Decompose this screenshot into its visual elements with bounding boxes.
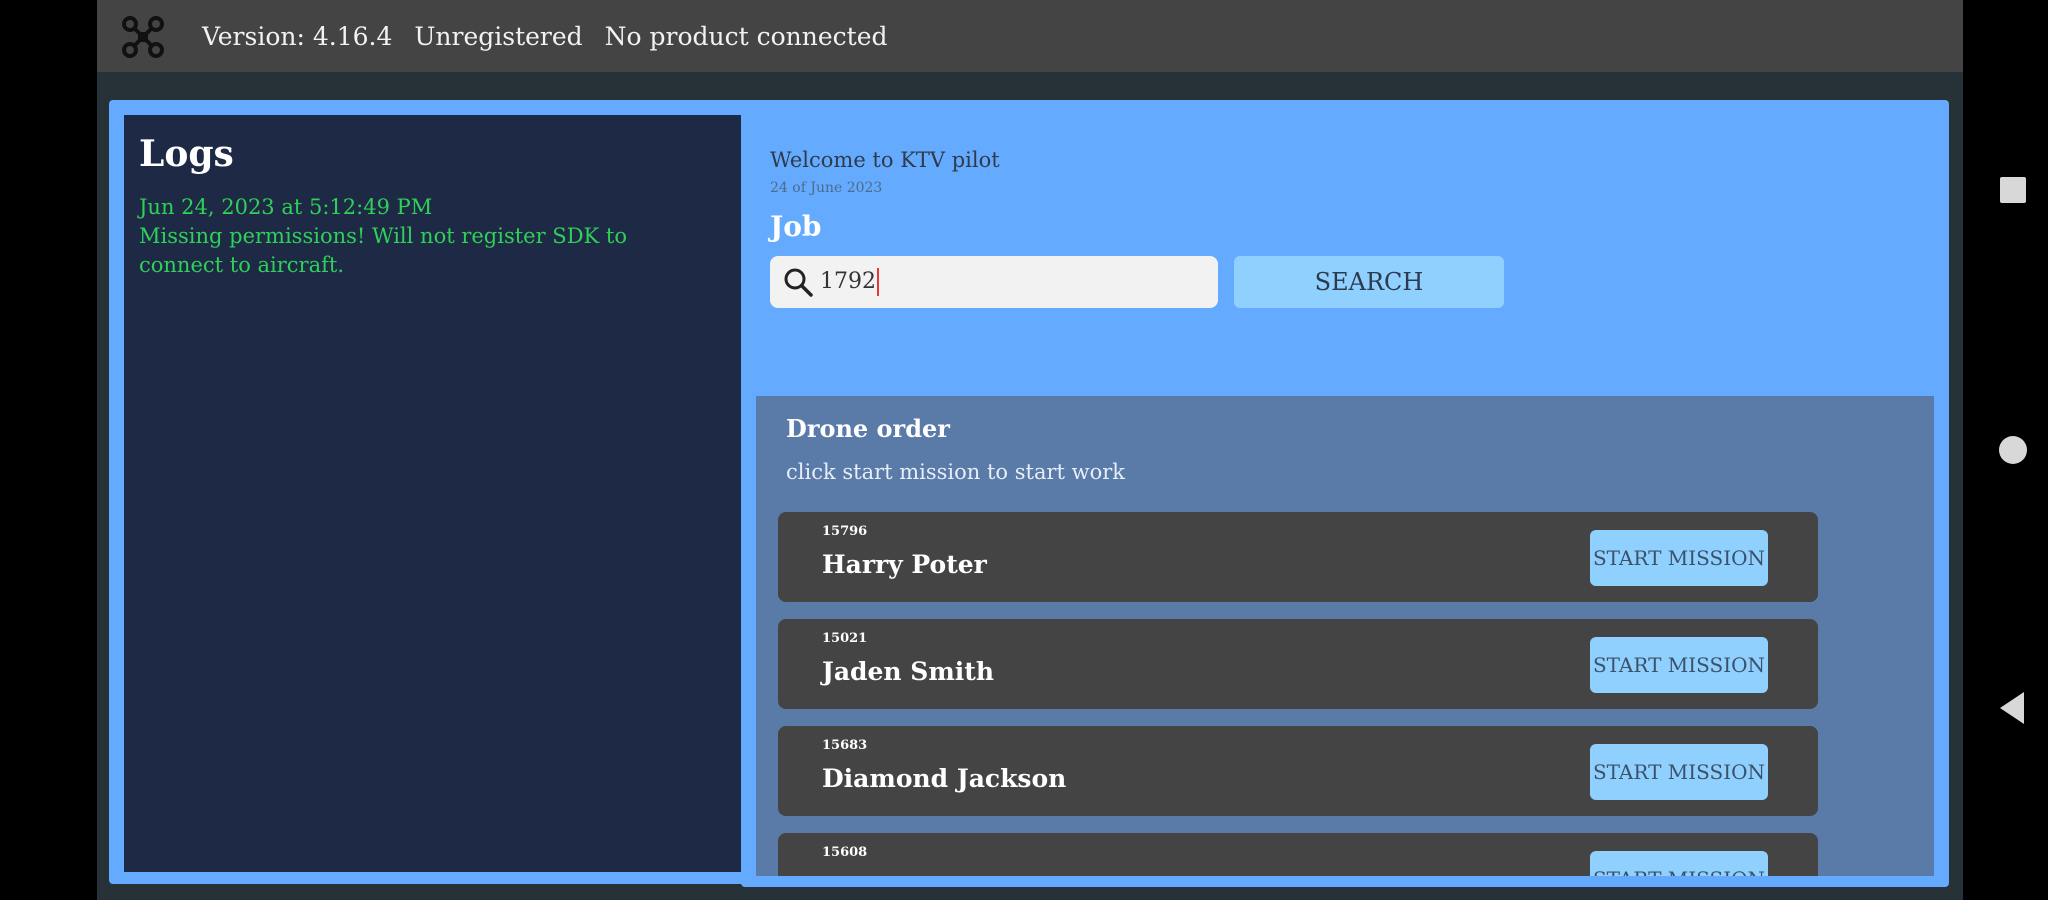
order-id: 15021 bbox=[822, 631, 868, 646]
date-text: 24 of June 2023 bbox=[770, 180, 883, 196]
orders-title: Drone order bbox=[786, 414, 950, 443]
order-id: 15608 bbox=[822, 845, 868, 860]
welcome-text: Welcome to KTV pilot bbox=[770, 148, 1000, 172]
job-panel: Welcome to KTV pilot 24 of June 2023 Job… bbox=[741, 100, 1949, 887]
product-status: No product connected bbox=[604, 22, 888, 51]
start-mission-button[interactable]: START MISSION bbox=[1590, 637, 1768, 693]
logs-content: Logs Jun 24, 2023 at 5:12:49 PM Missing … bbox=[124, 115, 796, 872]
status-text: Version: 4.16.4 Unregistered No product … bbox=[202, 22, 902, 51]
logs-panel: Logs Jun 24, 2023 at 5:12:49 PM Missing … bbox=[109, 100, 813, 884]
start-mission-button[interactable]: START MISSION bbox=[1590, 851, 1768, 876]
app-window: Version: 4.16.4 Unregistered No product … bbox=[97, 0, 1963, 900]
search-button[interactable]: SEARCH bbox=[1234, 256, 1504, 308]
search-icon bbox=[784, 268, 813, 297]
back-triangle-icon[interactable] bbox=[1998, 690, 2026, 726]
order-row: 15796 Harry Poter START MISSION bbox=[778, 512, 1818, 602]
home-circle-icon[interactable] bbox=[1999, 436, 2027, 464]
order-id: 15683 bbox=[822, 738, 868, 753]
order-name: Diamond Jackson bbox=[822, 764, 1067, 793]
job-label: Job bbox=[770, 210, 822, 243]
order-id: 15796 bbox=[822, 524, 868, 539]
orders-subtitle: click start mission to start work bbox=[786, 460, 1126, 484]
recents-square-icon[interactable] bbox=[2000, 177, 2026, 203]
logs-text: Jun 24, 2023 at 5:12:49 PM Missing permi… bbox=[139, 193, 699, 280]
order-name: Jaden Smith bbox=[822, 657, 995, 686]
drone-order-card: Drone order click start mission to start… bbox=[756, 396, 1934, 876]
order-row: 15021 Jaden Smith START MISSION bbox=[778, 619, 1818, 709]
search-value: 1792 bbox=[820, 268, 879, 296]
registration-status: Unregistered bbox=[414, 22, 583, 51]
log-line: Missing permissions! Will not register S… bbox=[139, 224, 627, 277]
version-label: Version: 4.16.4 bbox=[202, 22, 393, 51]
job-search-input[interactable]: 1792 bbox=[770, 256, 1218, 308]
start-mission-button[interactable]: START MISSION bbox=[1590, 744, 1768, 800]
drone-icon bbox=[122, 16, 164, 58]
order-row: 15683 Diamond Jackson START MISSION bbox=[778, 726, 1818, 816]
order-name: Harry Poter bbox=[822, 550, 987, 579]
logs-title: Logs bbox=[139, 133, 234, 175]
order-row: 15608 START MISSION bbox=[778, 833, 1818, 876]
log-line: Jun 24, 2023 at 5:12:49 PM bbox=[139, 195, 433, 219]
start-mission-button[interactable]: START MISSION bbox=[1590, 530, 1768, 586]
top-status-bar: Version: 4.16.4 Unregistered No product … bbox=[97, 0, 1963, 72]
